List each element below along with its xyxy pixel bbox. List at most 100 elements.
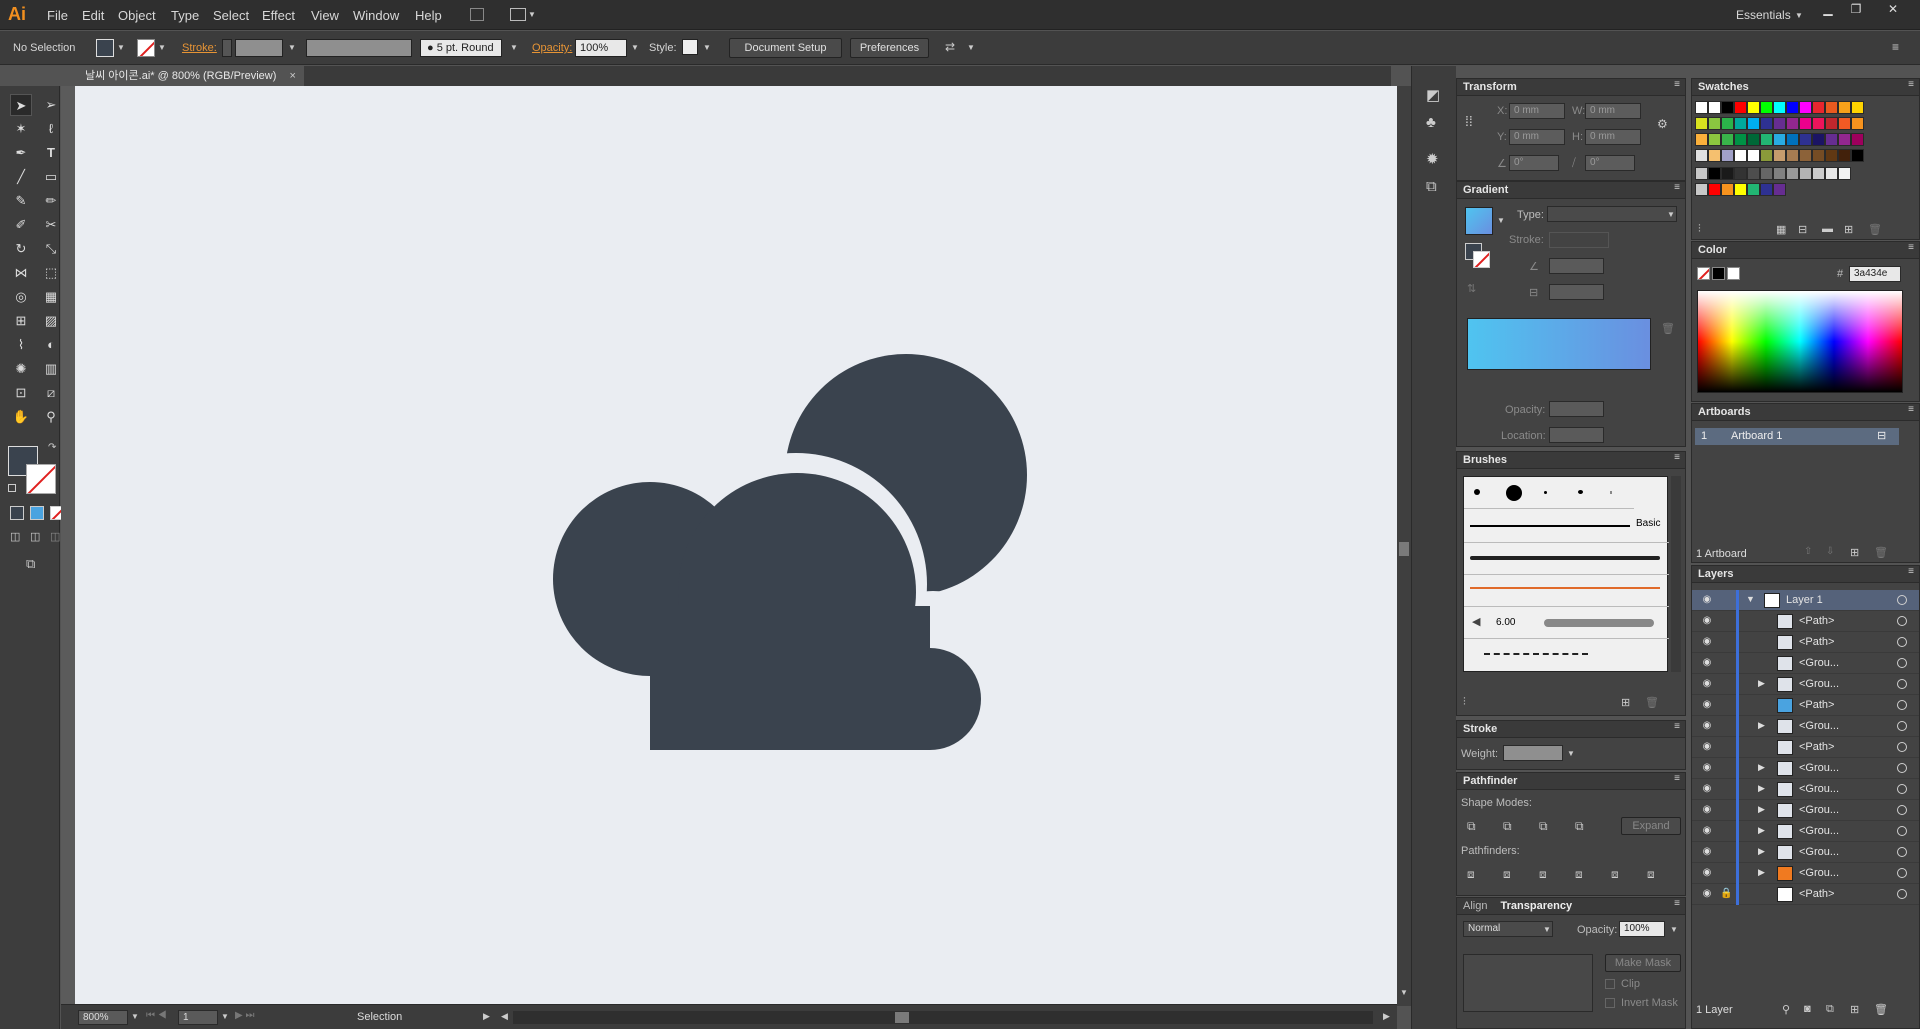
stroke-weight-input[interactable] <box>1503 745 1563 761</box>
target-circle-icon[interactable] <box>1897 763 1907 773</box>
expand-icon[interactable]: ▶ <box>1758 846 1765 857</box>
clip-checkbox[interactable] <box>1605 979 1615 989</box>
transform-panel-title[interactable]: Transform <box>1457 79 1685 96</box>
brush-definition[interactable]: ● 5 pt. Round <box>420 39 502 57</box>
gradient-slider-preview[interactable] <box>1467 318 1651 370</box>
restore-icon[interactable]: ❐ <box>1843 2 1869 16</box>
gradient-panel-title[interactable]: Gradient <box>1457 182 1685 199</box>
panel-menu-icon[interactable]: ≡ <box>1908 79 1914 90</box>
document-setup-button[interactable]: Document Setup <box>729 38 842 58</box>
stroke-weight-field[interactable] <box>235 39 283 57</box>
cloud-sun-icon[interactable] <box>553 354 1027 750</box>
target-circle-icon[interactable] <box>1897 784 1907 794</box>
swatch[interactable] <box>1721 149 1734 162</box>
swatch[interactable] <box>1786 149 1799 162</box>
pattern-brush-stroke[interactable] <box>1484 653 1588 655</box>
merge-icon[interactable]: ⧈ <box>1539 867 1547 882</box>
menu-select[interactable]: Select <box>213 8 249 23</box>
expand-button[interactable]: Expand <box>1621 817 1681 835</box>
sublayer-row[interactable]: ◉ <Path> <box>1692 611 1919 632</box>
vertical-scrollbar[interactable]: ▼ <box>1397 86 1411 1006</box>
navigator-icon[interactable]: ◩ <box>1426 86 1440 104</box>
swatch[interactable] <box>1695 117 1708 130</box>
swatch[interactable] <box>1825 117 1838 130</box>
preferences-button[interactable]: Preferences <box>850 38 929 58</box>
sublayer-row[interactable]: ◉ ▶ <Grou... <box>1692 800 1919 821</box>
swatch[interactable] <box>1734 101 1747 114</box>
panel-menu-icon[interactable]: ≡ <box>1892 40 1899 54</box>
swatch[interactable] <box>1760 149 1773 162</box>
draw-inside-icon[interactable]: ◫ <box>50 530 60 543</box>
layer-row[interactable]: ◉ ▼ Layer 1 <box>1692 590 1919 611</box>
panel-menu-icon[interactable]: ≡ <box>1908 566 1914 577</box>
slice-tool-icon[interactable]: ⧄ <box>40 382 62 404</box>
swatch[interactable] <box>1747 183 1760 196</box>
gradient-mode-icon[interactable] <box>30 506 44 520</box>
visibility-eye-icon[interactable]: ◉ <box>1700 803 1714 817</box>
menu-view[interactable]: View <box>311 8 339 23</box>
blob-brush-tool-icon[interactable]: ✐ <box>10 214 32 236</box>
minimize-icon[interactable]: ▁ <box>1815 2 1841 16</box>
swatch[interactable] <box>1708 183 1721 196</box>
pencil-tool-icon[interactable]: ✏ <box>40 190 62 212</box>
gradient-aspect-field[interactable] <box>1549 284 1604 300</box>
fill-color-swatch[interactable] <box>96 39 114 57</box>
charcoal-brush-stroke[interactable] <box>1470 556 1660 560</box>
sublayer-row[interactable]: ◉ ▶ <Grou... <box>1692 863 1919 884</box>
chevron-down-icon[interactable]: ▼ <box>158 43 166 52</box>
hex-color-field[interactable]: 3a434e <box>1849 266 1901 282</box>
swatch[interactable] <box>1760 117 1773 130</box>
vertical-scroll-thumb[interactable] <box>1399 542 1409 556</box>
target-circle-icon[interactable] <box>1897 595 1907 605</box>
visibility-eye-icon[interactable]: ◉ <box>1700 866 1714 880</box>
swatch[interactable] <box>1786 101 1799 114</box>
direct-selection-tool-icon[interactable]: ➢ <box>40 94 62 116</box>
swatch[interactable] <box>1721 133 1734 146</box>
target-circle-icon[interactable] <box>1897 658 1907 668</box>
chevron-down-icon[interactable]: ▼ <box>967 43 975 52</box>
brush-libraries-icon[interactable]: ⫶ <box>1463 696 1466 709</box>
align-tab[interactable]: Align <box>1463 900 1487 912</box>
invert-mask-checkbox[interactable] <box>1605 998 1615 1008</box>
delete-stop-icon[interactable]: 🗑 <box>1661 322 1675 335</box>
variable-width-profile[interactable] <box>306 39 412 57</box>
new-swatch-icon[interactable]: ⊞ <box>1844 223 1853 236</box>
bridge-icon[interactable] <box>470 8 484 21</box>
swatch[interactable] <box>1773 101 1786 114</box>
first-artboard-icon[interactable]: ⏮ ◀ <box>146 1010 167 1021</box>
chevron-down-icon[interactable]: ▼ <box>703 43 711 52</box>
blend-tool-icon[interactable]: ◐ <box>40 334 62 356</box>
close-icon[interactable]: ✕ <box>1880 2 1906 16</box>
swatch[interactable] <box>1760 101 1773 114</box>
make-mask-button[interactable]: Make Mask <box>1605 954 1681 972</box>
visibility-eye-icon[interactable]: ◉ <box>1700 614 1714 628</box>
swatch[interactable] <box>1721 167 1734 180</box>
scroll-right-icon[interactable]: ▶ <box>1383 1011 1390 1022</box>
artboard-number-field[interactable]: 1 <box>178 1010 218 1025</box>
opacity-field[interactable]: 100% <box>575 39 627 57</box>
visibility-eye-icon[interactable]: ◉ <box>1700 677 1714 691</box>
expand-icon[interactable]: ▶ <box>1758 762 1765 773</box>
color-spectrum[interactable] <box>1697 290 1903 393</box>
opacity-label[interactable]: Opacity: <box>532 42 572 54</box>
chevron-down-icon[interactable]: ▼ <box>1667 210 1675 219</box>
reference-point-icon[interactable]: ⁞⁞ <box>1465 113 1473 129</box>
chevron-down-icon[interactable]: ▼ <box>288 43 296 52</box>
gradient-opacity-field[interactable] <box>1549 401 1604 417</box>
swatch[interactable] <box>1851 149 1864 162</box>
panel-menu-icon[interactable]: ≡ <box>1674 721 1680 732</box>
type-tool-icon[interactable]: T <box>40 142 62 164</box>
stroke-none-swatch[interactable] <box>137 39 155 57</box>
lock-icon[interactable]: 🔒 <box>1720 888 1732 899</box>
swatches-panel-title[interactable]: Swatches <box>1692 79 1919 96</box>
swatch[interactable] <box>1734 183 1747 196</box>
symbol-sprayer-tool-icon[interactable]: ✺ <box>10 358 32 380</box>
rotate-field[interactable]: 0° <box>1509 155 1559 171</box>
target-circle-icon[interactable] <box>1897 868 1907 878</box>
symbols-icon[interactable]: ♣ <box>1426 114 1436 131</box>
graphic-styles-icon[interactable]: ⧉ <box>1426 178 1437 195</box>
trim-icon[interactable]: ⧈ <box>1503 867 1511 882</box>
new-sublayer-icon[interactable]: ⧉ <box>1826 1003 1834 1016</box>
panel-menu-icon[interactable]: ≡ <box>1674 898 1680 909</box>
sublayer-row[interactable]: ◉ ▶ <Grou... <box>1692 758 1919 779</box>
